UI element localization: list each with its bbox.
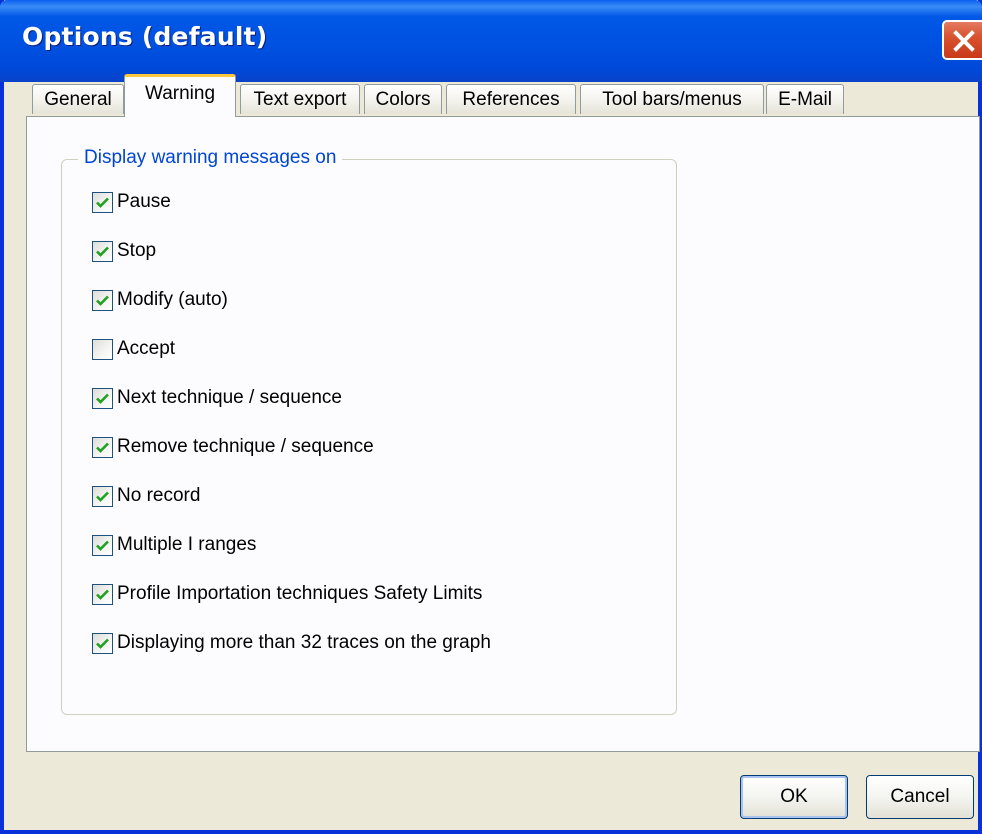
checkbox-label: Next technique / sequence xyxy=(117,387,342,408)
checkmark-icon xyxy=(95,489,110,509)
group-title: Display warning messages on xyxy=(78,147,343,169)
checkbox-label: Displaying more than 32 traces on the gr… xyxy=(117,632,491,653)
checkbox-row[interactable]: Pause xyxy=(92,190,171,214)
tab-references[interactable]: References xyxy=(446,84,576,114)
checkbox-label: No record xyxy=(117,485,201,506)
checkbox-row[interactable]: Displaying more than 32 traces on the gr… xyxy=(92,631,491,655)
tab-tool-bars-menus[interactable]: Tool bars/menus xyxy=(580,84,764,114)
checkbox-row[interactable]: Accept xyxy=(92,337,175,361)
checkbox-row[interactable]: Stop xyxy=(92,239,156,263)
options-dialog: Options (default) General Warning Text e… xyxy=(0,0,982,834)
ok-button[interactable]: OK xyxy=(740,775,848,819)
checkbox-label: Multiple I ranges xyxy=(117,534,257,555)
title-bar[interactable]: Options (default) xyxy=(0,0,982,82)
tab-text-export[interactable]: Text export xyxy=(240,84,360,114)
checkbox-checked[interactable] xyxy=(92,485,113,509)
tab-colors-label: Colors xyxy=(375,89,431,110)
checkbox-checked[interactable] xyxy=(92,583,113,607)
checkmark-icon xyxy=(95,195,110,215)
tab-warning-label: Warning xyxy=(144,83,216,104)
checkmark-icon xyxy=(95,293,110,313)
checkbox-row[interactable]: Modify (auto) xyxy=(92,288,228,312)
checkmark-icon xyxy=(95,538,110,558)
checkbox-unchecked[interactable] xyxy=(92,338,113,360)
checkbox-label: Accept xyxy=(117,338,176,359)
cancel-button-label: Cancel xyxy=(890,786,950,807)
checkbox-row[interactable]: Profile Importation techniques Safety Li… xyxy=(92,582,482,606)
checkbox-row[interactable]: No record xyxy=(92,484,200,508)
close-button[interactable] xyxy=(942,20,982,60)
checkbox-row[interactable]: Multiple I ranges xyxy=(92,533,256,557)
tab-email-label: E-Mail xyxy=(778,89,832,110)
tab-general[interactable]: General xyxy=(32,84,124,114)
checkbox-checked[interactable] xyxy=(92,387,113,411)
checkbox-checked[interactable] xyxy=(92,632,113,656)
checkbox-checked[interactable] xyxy=(92,436,113,460)
tab-tool-bars-menus-label: Tool bars/menus xyxy=(602,89,742,110)
checkmark-icon xyxy=(95,636,110,656)
warning-messages-group: Display warning messages on Pause Stop Mod… xyxy=(61,147,677,715)
checkbox-row[interactable]: Next technique / sequence xyxy=(92,386,342,410)
checkmark-icon xyxy=(95,587,110,607)
tab-warning[interactable]: Warning xyxy=(124,74,236,117)
tab-text-export-label: Text export xyxy=(253,89,347,110)
tab-general-label: General xyxy=(44,89,112,110)
checkbox-label: Stop xyxy=(117,240,157,261)
tab-references-label: References xyxy=(462,89,560,110)
tab-colors[interactable]: Colors xyxy=(364,84,442,114)
checkbox-label: Modify (auto) xyxy=(117,289,228,310)
checkbox-checked[interactable] xyxy=(92,191,113,215)
cancel-button[interactable]: Cancel xyxy=(866,775,974,819)
tab-email[interactable]: E-Mail xyxy=(766,84,844,114)
window-title: Options (default) xyxy=(22,22,268,51)
warning-tab-panel: Display warning messages on Pause Stop Mod… xyxy=(26,116,980,752)
checkbox-label: Profile Importation techniques Safety Li… xyxy=(117,583,483,604)
checkmark-icon xyxy=(95,244,110,264)
checkbox-label: Pause xyxy=(117,191,171,212)
checkbox-row[interactable]: Remove technique / sequence xyxy=(92,435,374,459)
checkbox-checked[interactable] xyxy=(92,534,113,558)
checkbox-checked[interactable] xyxy=(92,240,113,264)
checkbox-label: Remove technique / sequence xyxy=(117,436,374,457)
checkbox-checked[interactable] xyxy=(92,289,113,313)
ok-button-label: OK xyxy=(780,786,808,807)
checkmark-icon xyxy=(95,391,110,411)
checkmark-icon xyxy=(95,440,110,460)
